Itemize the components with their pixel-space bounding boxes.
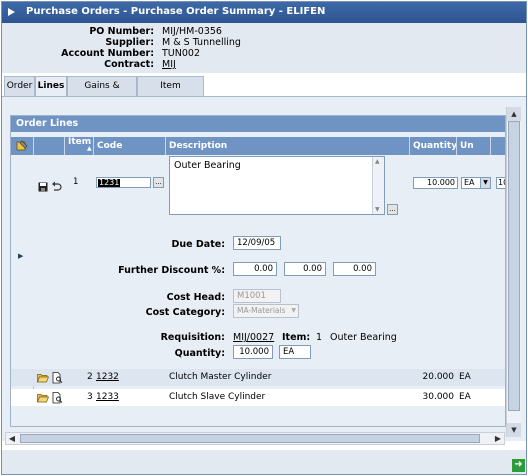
req-item-value: 1: [316, 332, 323, 343]
row-item: 3: [87, 392, 93, 402]
due-date-input[interactable]: 12/09/05: [233, 236, 281, 250]
undo-icon[interactable]: [51, 181, 62, 192]
row-unit: EA: [459, 372, 471, 382]
quantity-input[interactable]: 10.000: [413, 177, 458, 189]
cost-head-label: Cost Head:: [166, 292, 225, 303]
play-arrow-icon: [8, 8, 15, 16]
req-item-description: Outer Bearing: [330, 332, 397, 343]
scroll-up-icon[interactable]: ▲: [507, 107, 521, 121]
cost-category-select: MA-Materials ▼: [233, 304, 299, 318]
col-spacer: [33, 137, 64, 155]
col-code[interactable]: Code: [93, 137, 165, 155]
document-view-icon[interactable]: [52, 392, 63, 404]
tab-gains-losses[interactable]: Gains & Losses: [67, 76, 137, 110]
discount-1-input[interactable]: 0.00: [233, 262, 277, 276]
row-unit: EA: [459, 392, 471, 402]
due-date-label: Due Date:: [171, 239, 225, 250]
cost-category-value: MA-Materials: [237, 306, 286, 315]
edit-row-item: 1: [73, 177, 79, 187]
scroll-right-icon[interactable]: ▶: [492, 433, 504, 444]
tab-lines[interactable]: Lines: [35, 76, 67, 97]
sort-asc-icon: ▲: [87, 145, 92, 152]
horizontal-scrollbar[interactable]: ◀ ▶: [5, 432, 505, 445]
row-code-link[interactable]: 1233: [96, 389, 119, 406]
col-item[interactable]: Item ▲: [64, 137, 93, 155]
grid-header: Item ▲ Code Description Quantity Un: [11, 137, 505, 155]
po-header: PO Number: MIJ/HM-0356 Supplier: M & S T…: [2, 23, 526, 73]
account-number-label: Account Number:: [61, 48, 154, 59]
row-item: 2: [87, 372, 93, 382]
purchase-order-window: Purchase Orders - Purchase Order Summary…: [1, 1, 527, 475]
col-description[interactable]: Description: [165, 137, 409, 155]
scroll-down-icon[interactable]: ▼: [375, 206, 380, 213]
scroll-down-icon[interactable]: ▼: [507, 423, 521, 437]
contract-link[interactable]: MIJ: [162, 59, 176, 70]
unit-select[interactable]: EA ▼: [461, 177, 491, 189]
folder-open-icon[interactable]: [37, 393, 49, 403]
discount-2-input[interactable]: 0.00: [284, 262, 326, 276]
save-icon[interactable]: [38, 182, 48, 192]
table-row[interactable]: 2 1232 Clutch Master Cylinder 20.000 EA: [11, 369, 505, 386]
document-view-icon[interactable]: [52, 372, 63, 384]
order-lines-panel: Order Lines Item ▲ Code Description Quan…: [10, 115, 506, 427]
contract-label: Contract:: [104, 59, 154, 70]
row-quantity: 20.000: [422, 372, 455, 382]
grid-corner[interactable]: [11, 137, 33, 155]
description-scrollbar[interactable]: ▲ ▼: [372, 157, 384, 214]
req-unit-input[interactable]: EA: [279, 345, 311, 359]
lines-tab-panel: Order Lines Item ▲ Code Description Quan…: [2, 96, 526, 441]
vertical-scrollbar[interactable]: ▲ ▼: [506, 107, 521, 437]
description-text: Outer Bearing: [174, 160, 241, 171]
row-code-link[interactable]: 1232: [96, 369, 119, 386]
tab-order[interactable]: Order: [4, 76, 35, 96]
scroll-up-icon[interactable]: ▲: [375, 158, 380, 165]
line-detail-panel: ▶ Due Date: 12/09/05 Further Discount %:…: [11, 231, 505, 369]
cost-head-input: M1001: [233, 289, 281, 303]
code-input[interactable]: 1231: [96, 177, 151, 188]
cost-category-label: Cost Category:: [145, 307, 225, 318]
code-lookup-button[interactable]: ...: [153, 177, 164, 188]
description-textarea[interactable]: Outer Bearing ▲ ▼: [169, 156, 385, 215]
row-description: Clutch Slave Cylinder: [169, 392, 266, 402]
supplier-value: M & S Tunnelling: [162, 37, 241, 48]
scroll-left-icon[interactable]: ◀: [6, 433, 18, 444]
po-number-value: MIJ/HM-0356: [162, 26, 222, 37]
next-arrow-icon[interactable]: ➜: [512, 459, 525, 472]
row-quantity: 30.000: [422, 392, 455, 402]
tab-bar: Order Lines Gains & Losses Item Summary: [2, 76, 526, 110]
row-description: Clutch Master Cylinder: [169, 372, 272, 382]
title-bar: Purchase Orders - Purchase Order Summary…: [2, 2, 526, 23]
code-input-value: 1231: [98, 178, 121, 187]
requisition-link[interactable]: MIJ/0027: [233, 332, 274, 343]
account-number-value: TUN002: [162, 48, 200, 59]
discount-3-input[interactable]: 0.00: [333, 262, 376, 276]
unit-select-value: EA: [464, 178, 475, 187]
order-lines-title: Order Lines: [11, 116, 505, 132]
horizontal-scroll-thumb[interactable]: [20, 434, 480, 443]
req-quantity-label: Quantity:: [174, 348, 225, 359]
col-quantity[interactable]: Quantity: [409, 137, 457, 155]
req-item-label: Item:: [282, 332, 311, 343]
col-extra: [490, 137, 505, 155]
vertical-scroll-thumb[interactable]: [508, 121, 520, 411]
folder-open-icon[interactable]: [37, 373, 49, 383]
supplier-label: Supplier:: [105, 37, 154, 48]
table-row[interactable]: 3 1233 Clutch Slave Cylinder 30.000 EA: [11, 389, 505, 406]
chevron-down-icon[interactable]: ▼: [480, 178, 490, 188]
chevron-down-icon: ▼: [291, 307, 296, 314]
description-lookup-button[interactable]: ...: [387, 204, 398, 215]
tools-icon: [16, 140, 28, 151]
requisition-label: Requisition:: [160, 332, 225, 343]
po-number-label: PO Number:: [89, 26, 154, 37]
req-quantity-input[interactable]: 10.000: [233, 345, 273, 359]
col-unit[interactable]: Un: [456, 137, 490, 155]
tab-item-summary[interactable]: Item Summary: [137, 76, 204, 110]
expand-arrow-icon[interactable]: ▶: [18, 252, 23, 260]
price-input[interactable]: 10.0: [496, 177, 505, 189]
window-title: Purchase Orders - Purchase Order Summary…: [26, 6, 326, 17]
footer-bar: [2, 450, 526, 474]
further-discount-label: Further Discount %:: [118, 265, 225, 276]
